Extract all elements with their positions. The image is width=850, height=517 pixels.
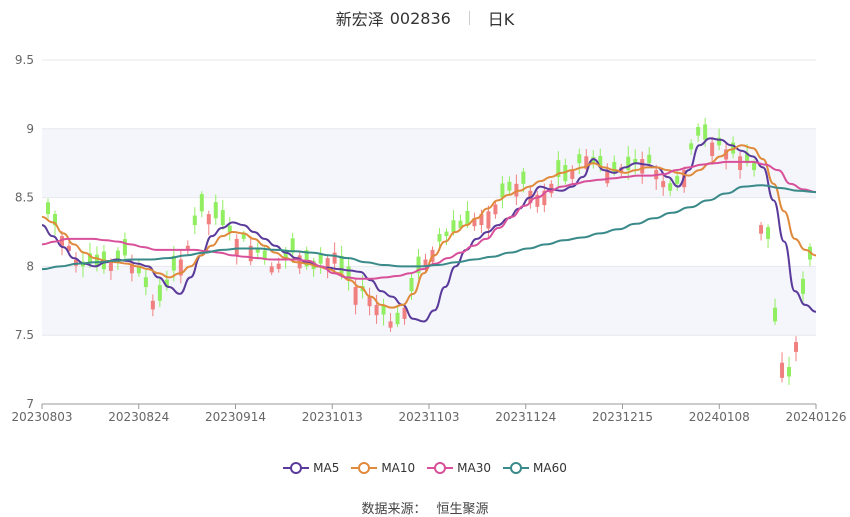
x-tick-label: 20230914 <box>205 410 266 424</box>
legend-marker-ma30 <box>427 462 454 474</box>
candle-body <box>409 277 414 292</box>
candlestick-chart: 7 7.5 8 8.5 9 9.5 20230803 20230824 20230914 2023… <box>11 53 846 424</box>
x-tick-label: 20231103 <box>398 410 459 424</box>
y-tick-label: 9.5 <box>15 53 34 67</box>
candle-body <box>115 250 120 260</box>
candle-body <box>444 231 449 237</box>
candle-body <box>668 183 673 191</box>
y-tick-label: 7 <box>26 397 34 411</box>
candle-body <box>738 156 743 170</box>
candle-body <box>437 234 442 242</box>
source-value: 恒生聚源 <box>436 502 489 517</box>
candle-body <box>710 142 715 156</box>
candle-body <box>122 239 127 256</box>
candle-body <box>801 278 806 294</box>
candle-body <box>46 202 50 215</box>
candle-body <box>766 227 771 239</box>
candle-body <box>780 362 785 378</box>
legend-label-ma30: MA30 <box>457 461 492 475</box>
y-tick-label: 8.5 <box>15 191 34 205</box>
source-label: 数据来源： <box>361 502 427 517</box>
candle-body <box>213 202 218 219</box>
legend-label-ma60: MA60 <box>533 461 567 475</box>
candle-body <box>388 321 393 328</box>
candle-body <box>787 367 792 377</box>
candle-body <box>157 285 162 301</box>
candle-body <box>794 342 799 352</box>
candle-body <box>206 214 211 225</box>
candle-body <box>675 176 680 184</box>
candle-body <box>703 124 708 140</box>
candle-body <box>192 215 197 226</box>
y-tick-label: 8 <box>26 259 34 273</box>
legend-marker-ma10 <box>351 462 378 474</box>
candle-body <box>661 181 666 188</box>
candle-body <box>521 171 526 184</box>
candle-body <box>507 181 512 191</box>
candle-body <box>220 210 225 226</box>
data-source: 数据来源： 恒生聚源 <box>0 498 850 517</box>
candle-body <box>570 170 575 179</box>
x-tick-label: 20230803 <box>11 410 72 424</box>
candle-body <box>234 238 239 255</box>
candle-body <box>500 183 505 198</box>
legend-label-ma10: MA10 <box>381 461 416 475</box>
candle-body <box>759 225 764 234</box>
candle-body <box>752 162 757 171</box>
candle-body <box>269 266 274 273</box>
candle-body <box>143 277 148 288</box>
x-tick-label: 20240126 <box>785 410 846 424</box>
legend-item-ma5[interactable]: MA5 <box>283 461 339 475</box>
candle-body <box>367 296 372 307</box>
grid-band <box>42 128 816 198</box>
candle-body <box>276 263 281 269</box>
candle-body <box>689 143 694 150</box>
candle-body <box>381 305 386 315</box>
legend-label-ma5: MA5 <box>313 461 340 475</box>
candle-body <box>325 258 330 269</box>
candle-body <box>227 225 232 232</box>
y-tick-label: 7.5 <box>15 328 34 342</box>
x-tick-label: 20230824 <box>108 410 169 424</box>
x-tick-label: 20231013 <box>302 410 363 424</box>
candle-body <box>451 220 456 232</box>
candle-body <box>612 162 617 173</box>
candle-body <box>395 312 400 325</box>
candle-body <box>577 154 582 164</box>
candle-body <box>150 300 155 310</box>
legend-marker-ma5 <box>283 462 310 474</box>
candle-body <box>647 154 652 164</box>
legend-item-ma30[interactable]: MA30 <box>427 461 491 475</box>
candle-body <box>332 252 337 264</box>
candle-body <box>486 211 491 229</box>
candle-body <box>318 254 323 264</box>
legend-marker-ma60 <box>503 462 530 474</box>
candle-body <box>199 194 204 212</box>
candle-body <box>108 262 113 271</box>
x-tick-label: 20231215 <box>592 410 653 424</box>
y-tick-label: 9 <box>26 122 34 136</box>
candle-body <box>493 204 498 215</box>
candle-body <box>773 307 778 322</box>
chart-legend: MA5 MA10 MA30 MA60 <box>0 458 850 478</box>
candle-body <box>374 304 379 316</box>
candle-body <box>353 287 358 305</box>
candle-body <box>696 127 701 136</box>
legend-item-ma10[interactable]: MA10 <box>351 461 415 475</box>
candle-body <box>241 234 246 239</box>
candle-body <box>640 159 645 174</box>
x-tick-label: 20240108 <box>689 410 750 424</box>
legend-item-ma60[interactable]: MA60 <box>503 461 567 475</box>
x-tick-label: 20231124 <box>495 410 556 424</box>
